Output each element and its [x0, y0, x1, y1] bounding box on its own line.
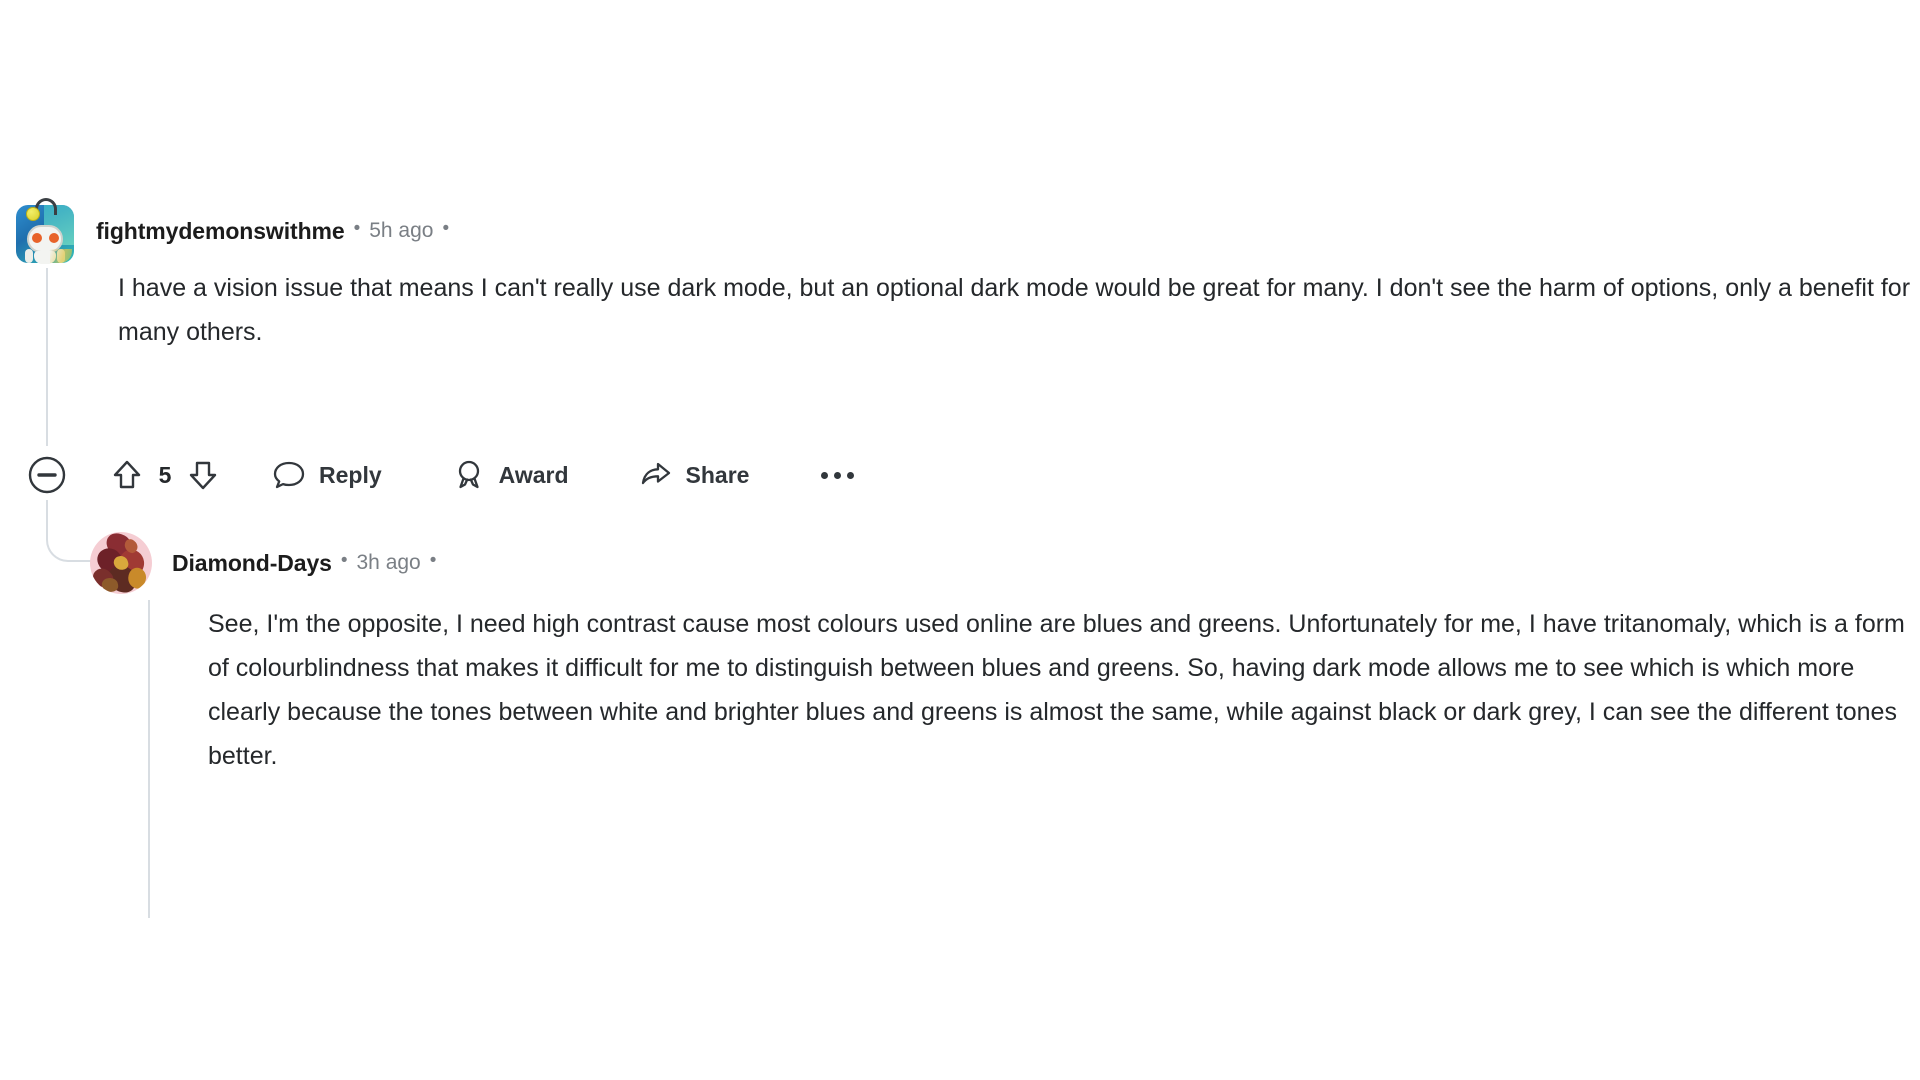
comment-bubble-icon [273, 461, 305, 489]
comment-timestamp-nested[interactable]: 3h ago [357, 551, 421, 575]
comment-header-nested: Diamond-Days • 3h ago • [90, 528, 445, 598]
downvote-arrow-icon[interactable] [186, 458, 220, 492]
meta-separator-dot-nested-trailing: • [429, 550, 437, 571]
meta-separator-dot-trailing: • [442, 218, 450, 239]
share-label: Share [685, 461, 750, 488]
overflow-ellipsis-icon[interactable] [821, 471, 855, 479]
award-button[interactable]: Award [452, 458, 569, 492]
comment-author-username[interactable]: fightmydemonswithme [96, 218, 345, 245]
comment-header: fightmydemonswithme • 5h ago • [14, 196, 458, 266]
thread-line-primary[interactable] [46, 268, 48, 446]
robot-eye-left [32, 233, 42, 243]
upvote-arrow-icon[interactable] [110, 458, 144, 492]
thread-line-nested[interactable] [148, 600, 150, 918]
reply-label: Reply [319, 461, 382, 488]
meta-separator-dot-nested: • [340, 550, 348, 571]
comment-body-text-nested: See, I'm the opposite, I need high contr… [208, 610, 1905, 770]
comment-timestamp[interactable]: 5h ago [369, 219, 433, 243]
robot-arm-left [25, 249, 33, 263]
comment-body-text: I have a vision issue that means I can't… [118, 274, 1911, 346]
ellipsis-dot-2 [834, 471, 842, 479]
award-medal-icon [458, 460, 479, 489]
thread-line-elbow [46, 500, 92, 562]
comment-score: 5 [158, 461, 172, 488]
pink-floral-avatar[interactable] [90, 532, 152, 594]
robot-eye-right [49, 233, 59, 243]
ellipsis-dot-3 [847, 471, 855, 479]
comment-action-bar: 5 Reply Award Share [26, 448, 855, 502]
snoo-avatar[interactable] [14, 197, 76, 265]
comment-author-username-nested[interactable]: Diamond-Days [172, 550, 332, 577]
share-button[interactable]: Share [639, 458, 750, 492]
antenna-bulb-icon [26, 207, 40, 221]
award-label: Award [498, 461, 569, 488]
collapse-minus-circle-icon[interactable] [26, 454, 68, 496]
reply-button[interactable]: Reply [272, 458, 382, 492]
meta-separator-dot: • [353, 218, 361, 239]
page-root: fightmydemonswithme • 5h ago • I have a … [0, 0, 1920, 1080]
vote-group: 5 [110, 458, 220, 492]
ellipsis-dot-1 [821, 471, 829, 479]
share-arrow-icon [641, 462, 670, 485]
